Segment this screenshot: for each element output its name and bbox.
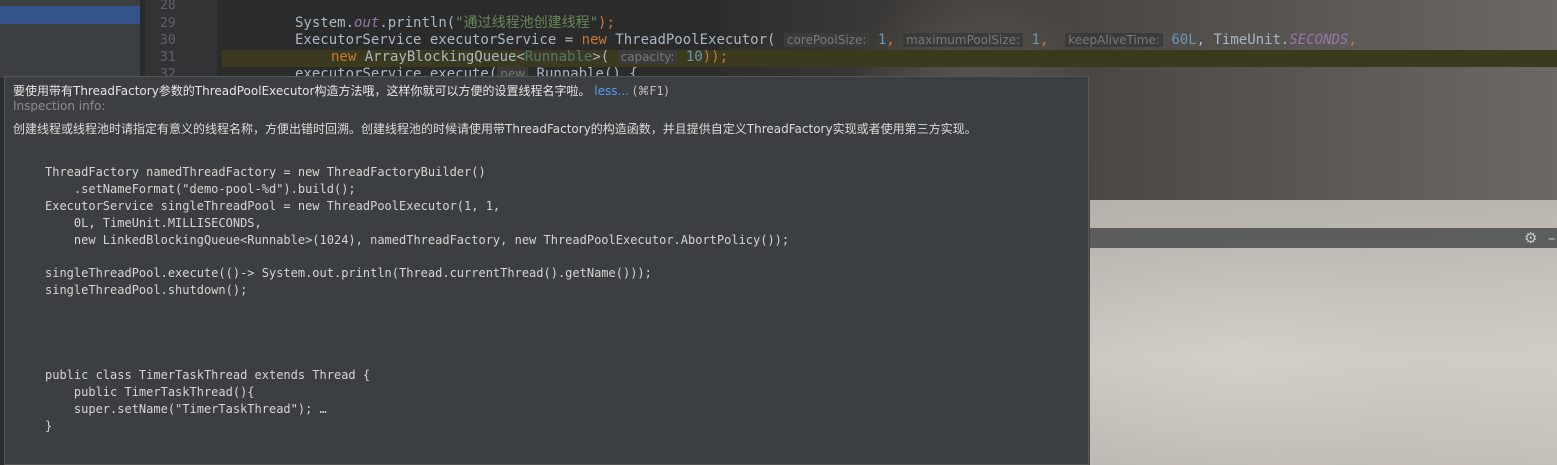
code-token: >(	[592, 49, 618, 65]
code-token: ExecutorService executorService =	[295, 32, 582, 48]
code-token: ,	[1039, 32, 1066, 48]
code-line-31[interactable]: new ArrayBlockingQueue<Runnable>( capaci…	[331, 49, 728, 65]
param-hint: capacity:	[617, 50, 678, 64]
code-keyword: new	[331, 49, 357, 65]
line-number: 28	[160, 0, 176, 13]
popup-title: 要使用带有ThreadFactory参数的ThreadPoolExecutor构…	[13, 82, 669, 99]
code-token: ArrayBlockingQueue<	[356, 49, 525, 65]
tool-window-header	[1090, 228, 1557, 248]
code-number: 1	[1023, 32, 1040, 48]
code-token: out	[354, 15, 380, 31]
code-token: , TimeUnit.	[1196, 32, 1290, 48]
code-line-30[interactable]: ExecutorService executorService = new Th…	[295, 32, 1357, 48]
code-line-29[interactable]: System.out.println("通过线程池创建线程");	[295, 15, 615, 31]
param-hint: maximumPoolSize:	[903, 33, 1024, 47]
code-string: "通过线程池创建线程"	[455, 15, 599, 31]
minimize-icon[interactable]: –	[1548, 229, 1556, 247]
project-selected-item[interactable]	[0, 6, 140, 24]
code-token: System.	[295, 15, 355, 31]
param-hint: corePoolSize:	[783, 33, 870, 47]
inspection-popup[interactable]: 要使用带有ThreadFactory参数的ThreadPoolExecutor构…	[4, 76, 1089, 465]
param-hint: keepAliveTime:	[1065, 33, 1163, 47]
less-link[interactable]: less...	[594, 84, 629, 98]
code-number: 1	[869, 32, 887, 48]
code-token: ThreadPoolExecutor(	[606, 32, 784, 48]
inspection-code-example: ThreadFactory namedThreadFactory = new T…	[45, 165, 790, 433]
code-token: .println(	[379, 15, 456, 31]
code-generic: Runnable	[524, 49, 593, 65]
code-token: );	[598, 15, 615, 31]
line-number: 30	[160, 33, 176, 48]
project-panel[interactable]	[0, 0, 141, 78]
popup-title-text: 要使用带有ThreadFactory参数的ThreadPoolExecutor构…	[13, 84, 591, 98]
code-token: ,	[886, 32, 904, 48]
inspection-info-label: Inspection info:	[13, 99, 106, 113]
gear-icon[interactable]: ⚙	[1524, 229, 1537, 247]
line-number: 31	[160, 50, 176, 65]
code-token: ,	[1348, 32, 1357, 48]
code-token: ));	[702, 49, 729, 65]
line-number: 29	[160, 16, 176, 31]
code-number: 60L	[1162, 32, 1197, 48]
inspection-description: 创建线程或线程池时请指定有意义的线程名称，方便出错时回溯。创建线程池的时候请使用…	[13, 122, 977, 136]
code-keyword: new	[581, 32, 607, 48]
code-number: 10	[677, 49, 703, 65]
code-constant: SECONDS	[1289, 32, 1349, 48]
shortcut-hint: (⌘F1)	[632, 84, 669, 98]
